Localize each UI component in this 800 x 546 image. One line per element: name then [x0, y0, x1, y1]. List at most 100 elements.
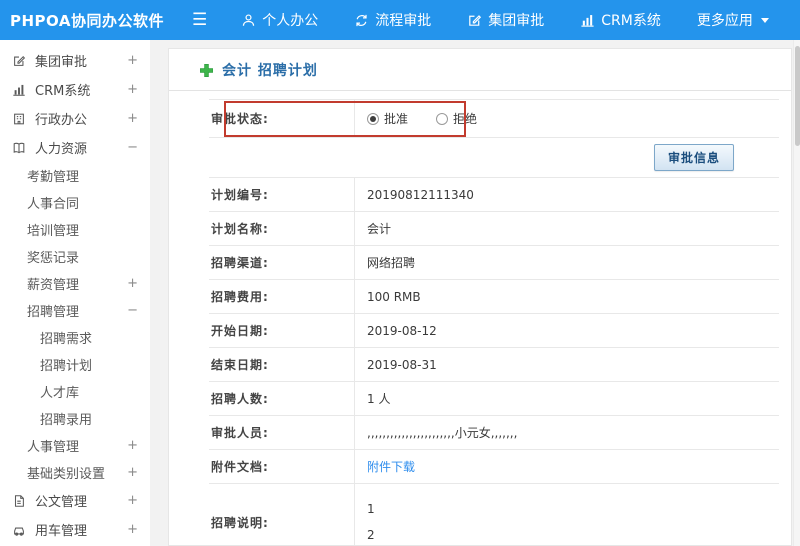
chart-icon	[580, 13, 595, 28]
sidebar-item-label: 人事管理	[27, 440, 80, 455]
nav-label: 集团审批	[488, 13, 545, 29]
menu-toggle-icon[interactable]: ☰	[192, 11, 207, 29]
edit-icon	[467, 13, 482, 28]
attachment-download-link[interactable]: 附件下载	[367, 458, 415, 475]
sidebar-item-group-approval[interactable]: 集团审批 +	[0, 46, 150, 75]
sidebar-item-recruit-plan[interactable]: 招聘计划	[0, 351, 150, 378]
nav-more-apps[interactable]: 更多应用	[697, 10, 769, 30]
sidebar-item-recruit-management[interactable]: 招聘管理 −	[0, 297, 150, 324]
field-value: ,,,,,,,,,,,,,,,,,,,,,,,小元女,,,,,,,	[354, 416, 779, 449]
sidebar-item-human-resources[interactable]: 人力资源 −	[0, 133, 150, 162]
row-start-date: 开始日期: 2019-08-12	[209, 314, 779, 348]
sidebar-item-label: 用车管理	[35, 524, 88, 539]
sidebar-item-label: 奖惩记录	[27, 251, 80, 266]
expand-toggle[interactable]: +	[127, 439, 138, 452]
sidebar: 集团审批 + CRM系统 + 行政办公 + 人力资源 − 考勤管理 人事合同 培…	[0, 40, 150, 546]
field-label: 招聘人数:	[211, 392, 269, 406]
sidebar-item-hr-contract[interactable]: 人事合同	[0, 189, 150, 216]
collapse-toggle[interactable]: −	[127, 141, 138, 154]
nav-process-approval[interactable]: 流程审批	[354, 10, 431, 30]
field-value: 1 2	[354, 484, 779, 545]
chart-icon	[12, 83, 28, 97]
row-plan-number: 计划编号: 20190812111340	[209, 178, 779, 212]
sidebar-item-label: 行政办公	[35, 113, 88, 128]
car-icon	[12, 523, 28, 537]
main-content: 会计 招聘计划 审批状态: 批准 拒绝 审批信息 计划编号: 201908121…	[150, 40, 800, 546]
radio-approve[interactable]: 批准	[367, 110, 408, 127]
sidebar-item-training[interactable]: 培训管理	[0, 216, 150, 243]
expand-toggle[interactable]: +	[127, 466, 138, 479]
expand-toggle[interactable]: +	[127, 277, 138, 290]
field-value: 1 人	[354, 382, 779, 415]
radio-reject[interactable]: 拒绝	[436, 110, 477, 127]
book-icon	[12, 141, 28, 155]
sidebar-item-label: 集团审批	[35, 55, 88, 70]
expand-toggle[interactable]: +	[127, 494, 138, 507]
sidebar-item-vehicle-management[interactable]: 用车管理 +	[0, 515, 150, 544]
sidebar-item-label: 招聘管理	[27, 305, 80, 320]
sidebar-item-label: 考勤管理	[27, 170, 80, 185]
sidebar-item-attendance[interactable]: 考勤管理	[0, 162, 150, 189]
nav-crm-system[interactable]: CRM系统	[580, 10, 661, 30]
sidebar-item-basic-category[interactable]: 基础类别设置 +	[0, 459, 150, 486]
sidebar-item-rewards[interactable]: 奖惩记录	[0, 243, 150, 270]
field-value: 20190812111340	[354, 178, 779, 211]
vertical-scrollbar[interactable]	[793, 40, 800, 546]
radio-approve-label: 批准	[384, 112, 409, 126]
field-value: 2019-08-12	[354, 314, 779, 347]
field-value: 附件下载	[354, 450, 779, 483]
row-recruit-channel: 招聘渠道: 网络招聘	[209, 246, 779, 280]
page-title: 会计 招聘计划	[222, 63, 318, 79]
sidebar-item-label: 招聘计划	[40, 359, 93, 374]
row-headcount: 招聘人数: 1 人	[209, 382, 779, 416]
field-value: 2019-08-31	[354, 348, 779, 381]
sidebar-item-label: 薪资管理	[27, 278, 80, 293]
row-recruit-cost: 招聘费用: 100 RMB	[209, 280, 779, 314]
collapse-toggle[interactable]: −	[127, 304, 138, 317]
field-label: 计划名称:	[211, 222, 269, 236]
approval-info-button[interactable]: 审批信息	[653, 144, 734, 171]
status-radios: 批准 拒绝	[354, 100, 779, 137]
document-icon	[12, 494, 28, 508]
nav-personal-office[interactable]: 个人办公	[241, 10, 318, 30]
sidebar-item-crm-system[interactable]: CRM系统 +	[0, 75, 150, 104]
expand-toggle[interactable]: +	[127, 83, 138, 96]
field-label: 招聘渠道:	[211, 256, 269, 270]
sidebar-item-recruit-demand[interactable]: 招聘需求	[0, 324, 150, 351]
expand-toggle[interactable]: +	[127, 523, 138, 536]
field-label: 结束日期:	[211, 358, 269, 372]
expand-toggle[interactable]: +	[127, 112, 138, 125]
edit-icon	[12, 54, 28, 68]
row-description: 招聘说明: 1 2	[209, 484, 779, 545]
sidebar-item-talent-pool[interactable]: 人才库	[0, 378, 150, 405]
nav-group-approval[interactable]: 集团审批	[467, 10, 544, 30]
sidebar-item-personnel-management[interactable]: 人事管理 +	[0, 432, 150, 459]
top-navbar: PHPOA协同办公软件 ☰ 个人办公 流程审批 集团审批 CRM系统 更多应用	[0, 0, 800, 40]
field-value: 网络招聘	[354, 246, 779, 279]
sidebar-item-label: 招聘需求	[40, 332, 93, 347]
row-plan-name: 计划名称: 会计	[209, 212, 779, 246]
sidebar-item-salary[interactable]: 薪资管理 +	[0, 270, 150, 297]
person-icon	[241, 13, 256, 28]
field-label: 审批人员:	[211, 426, 269, 440]
add-icon	[199, 63, 214, 78]
sidebar-item-label: CRM系统	[35, 84, 91, 99]
radio-approve-circle[interactable]	[367, 112, 379, 125]
scrollbar-thumb[interactable]	[795, 46, 800, 146]
field-label: 审批状态:	[211, 112, 269, 126]
panel-header: 会计 招聘计划	[169, 49, 791, 91]
sidebar-item-admin-office[interactable]: 行政办公 +	[0, 104, 150, 133]
row-approve-button: 审批信息	[209, 138, 779, 178]
building-icon	[12, 112, 28, 126]
sidebar-item-label: 基础类别设置	[27, 467, 106, 482]
radio-reject-label: 拒绝	[453, 112, 478, 126]
sidebar-item-document-management[interactable]: 公文管理 +	[0, 486, 150, 515]
plan-detail-table: 审批状态: 批准 拒绝 审批信息 计划编号: 20190812111340 计划…	[209, 99, 779, 545]
expand-toggle[interactable]: +	[127, 54, 138, 67]
field-label: 计划编号:	[211, 188, 269, 202]
sidebar-item-label: 培训管理	[27, 224, 80, 239]
radio-reject-circle[interactable]	[436, 112, 449, 125]
sidebar-item-recruit-hire[interactable]: 招聘录用	[0, 405, 150, 432]
row-approvers: 审批人员: ,,,,,,,,,,,,,,,,,,,,,,,小元女,,,,,,,	[209, 416, 779, 450]
nav-label: 个人办公	[262, 13, 319, 29]
